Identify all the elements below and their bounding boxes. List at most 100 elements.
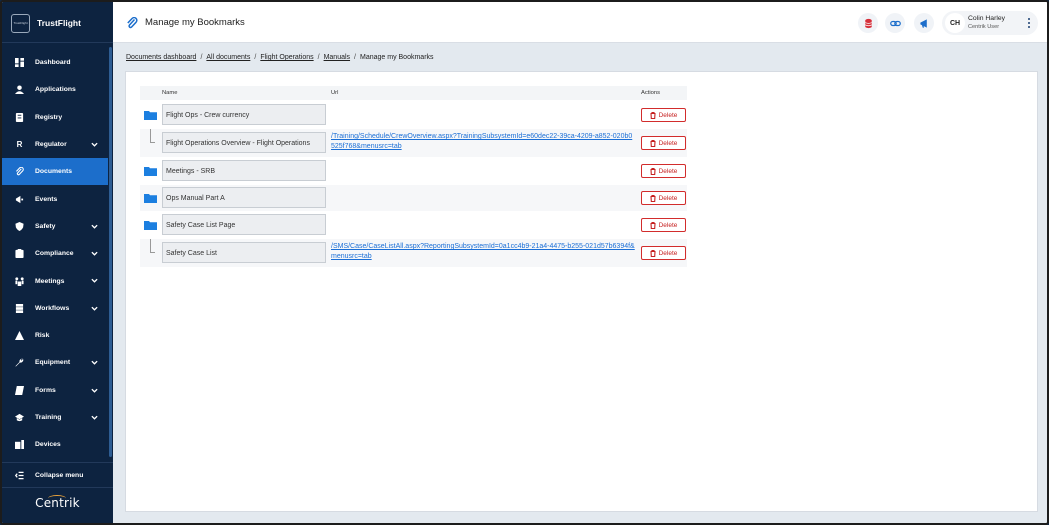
table-row: Safety Case List Page Delete xyxy=(140,212,687,238)
sidebar-item-dashboard[interactable]: Dashboard xyxy=(2,49,113,76)
warning-icon xyxy=(14,330,25,341)
column-header-name: Name xyxy=(162,90,178,96)
trash-icon xyxy=(650,167,656,175)
chevron-down-icon[interactable] xyxy=(91,387,98,394)
dashboard-icon xyxy=(14,57,25,68)
chevron-down-icon[interactable] xyxy=(91,250,98,257)
shield-icon xyxy=(14,221,25,232)
delete-label: Delete xyxy=(658,167,678,175)
trash-icon xyxy=(650,221,656,229)
sidebar-item-applications[interactable]: Applications xyxy=(2,76,113,103)
collapse-menu-button[interactable]: Collapse menu xyxy=(2,462,113,488)
chevron-down-icon[interactable] xyxy=(91,305,98,312)
breadcrumb-separator: / xyxy=(354,54,356,61)
compliance-icon xyxy=(14,248,25,259)
sidebar-item-regulator[interactable]: R Regulator xyxy=(2,131,113,158)
chevron-down-icon[interactable] xyxy=(91,277,98,284)
column-header-url: Url xyxy=(331,90,339,96)
centrik-logo: Centrik xyxy=(35,496,80,510)
bookmark-name-field[interactable]: Safety Case List Page xyxy=(162,214,326,235)
brand-name: TrustFlight xyxy=(37,18,81,28)
delete-button[interactable]: Delete xyxy=(641,218,686,232)
sidebar-item-label: Equipment xyxy=(35,359,71,367)
collapse-menu-icon xyxy=(14,470,25,481)
delete-button[interactable]: Delete xyxy=(641,246,686,260)
sidebar-item-devices[interactable]: Devices xyxy=(2,431,113,458)
sidebar-item-label: Meetings xyxy=(35,277,65,285)
sidebar-item-forms[interactable]: Forms xyxy=(2,377,113,404)
table-header: Name Url Actions xyxy=(140,86,687,100)
brand-divider xyxy=(2,42,113,43)
avatar: CH xyxy=(945,13,965,33)
brand-logo-text: TrustFlight xyxy=(13,21,28,25)
table-row: Flight Operations Overview - Flight Oper… xyxy=(140,129,687,157)
database-button[interactable] xyxy=(858,13,878,33)
delete-button[interactable]: Delete xyxy=(641,164,686,178)
delete-button[interactable]: Delete xyxy=(641,191,686,205)
sidebar-item-label: Dashboard xyxy=(35,59,71,67)
chevron-down-icon[interactable] xyxy=(91,414,98,421)
top-header: Manage my Bookmarks CH Colin Harley Cent… xyxy=(113,2,1047,43)
app-window: TrustFlight TrustFlight Dashboard Applic… xyxy=(0,0,1049,525)
breadcrumb-all-documents[interactable]: All documents xyxy=(206,54,250,61)
chevron-down-icon[interactable] xyxy=(91,141,98,148)
devices-icon xyxy=(14,439,25,450)
bookmark-url-link[interactable]: /Training/Schedule/CrewOverview.aspx?Tra… xyxy=(331,132,636,152)
sidebar-item-label: Documents xyxy=(35,168,73,176)
delete-label: Delete xyxy=(658,139,678,147)
trash-icon xyxy=(650,139,656,147)
sidebar-item-workflows[interactable]: Workflows xyxy=(2,295,113,322)
folder-icon xyxy=(144,193,157,203)
sidebar-item-registry[interactable]: Registry xyxy=(2,104,113,131)
breadcrumb-manuals[interactable]: Manuals xyxy=(324,54,350,61)
paperclip-icon xyxy=(14,166,25,177)
table-row: Safety Case List /SMS/Case/CaseListAll.a… xyxy=(140,239,687,267)
bookmark-name-field[interactable]: Safety Case List xyxy=(162,242,326,263)
bookmark-url-link[interactable]: /SMS/Case/CaseListAll.aspx?ReportingSubs… xyxy=(331,242,636,262)
delete-label: Delete xyxy=(658,111,678,119)
table-row: Flight Ops - Crew currency Delete xyxy=(140,102,687,128)
user-role: Centrik User xyxy=(968,24,1000,30)
sidebar-item-events[interactable]: Events xyxy=(2,185,113,212)
table-row: Ops Manual Part A Delete xyxy=(140,185,687,211)
table-row: Meetings - SRB Delete xyxy=(140,158,687,184)
sidebar-item-risk[interactable]: Risk xyxy=(2,322,113,349)
sidebar-item-training[interactable]: Training xyxy=(2,404,113,431)
breadcrumb-flight-operations[interactable]: Flight Operations xyxy=(260,54,313,61)
trash-icon xyxy=(650,111,656,119)
megaphone-icon xyxy=(919,18,930,29)
child-connector xyxy=(150,129,155,143)
bookmark-name-field[interactable]: Ops Manual Part A xyxy=(162,187,326,208)
trash-icon xyxy=(650,194,656,202)
sidebar-item-safety[interactable]: Safety xyxy=(2,213,113,240)
collapse-menu-label: Collapse menu xyxy=(35,471,84,479)
chevron-down-icon[interactable] xyxy=(91,223,98,230)
sidebar-item-label: Registry xyxy=(35,113,63,121)
brand[interactable]: TrustFlight TrustFlight xyxy=(11,12,81,34)
more-options-icon[interactable] xyxy=(1024,16,1034,30)
delete-label: Delete xyxy=(658,221,678,229)
bookmark-name-field[interactable]: Meetings - SRB xyxy=(162,160,326,181)
sidebar-scrollbar[interactable] xyxy=(109,47,112,457)
user-menu[interactable]: CH Colin Harley Centrik User xyxy=(942,11,1038,35)
sidebar-item-label: Safety xyxy=(35,222,56,230)
bookmark-name-field[interactable]: Flight Ops - Crew currency xyxy=(162,104,326,125)
sidebar-item-equipment[interactable]: Equipment xyxy=(2,349,113,376)
sidebar-item-documents[interactable]: Documents xyxy=(2,158,108,186)
breadcrumb-documents-dashboard[interactable]: Documents dashboard xyxy=(126,54,196,61)
registry-icon xyxy=(14,112,25,123)
delete-button[interactable]: Delete xyxy=(641,108,686,122)
sidebar-item-label: Compliance xyxy=(35,250,74,258)
user-name: Colin Harley xyxy=(968,15,1006,22)
link-button[interactable] xyxy=(885,13,905,33)
sidebar-item-label: Regulator xyxy=(35,141,67,149)
sidebar-item-compliance[interactable]: Compliance xyxy=(2,240,113,267)
sidebar-item-label: Risk xyxy=(35,332,50,340)
sidebar-item-meetings[interactable]: Meetings xyxy=(2,267,113,294)
chevron-down-icon[interactable] xyxy=(91,359,98,366)
bookmark-name-field[interactable]: Flight Operations Overview - Flight Oper… xyxy=(162,132,326,153)
delete-button[interactable]: Delete xyxy=(641,136,686,150)
breadcrumb-separator: / xyxy=(254,54,257,61)
child-connector xyxy=(150,239,155,253)
announcements-button[interactable] xyxy=(914,13,934,33)
